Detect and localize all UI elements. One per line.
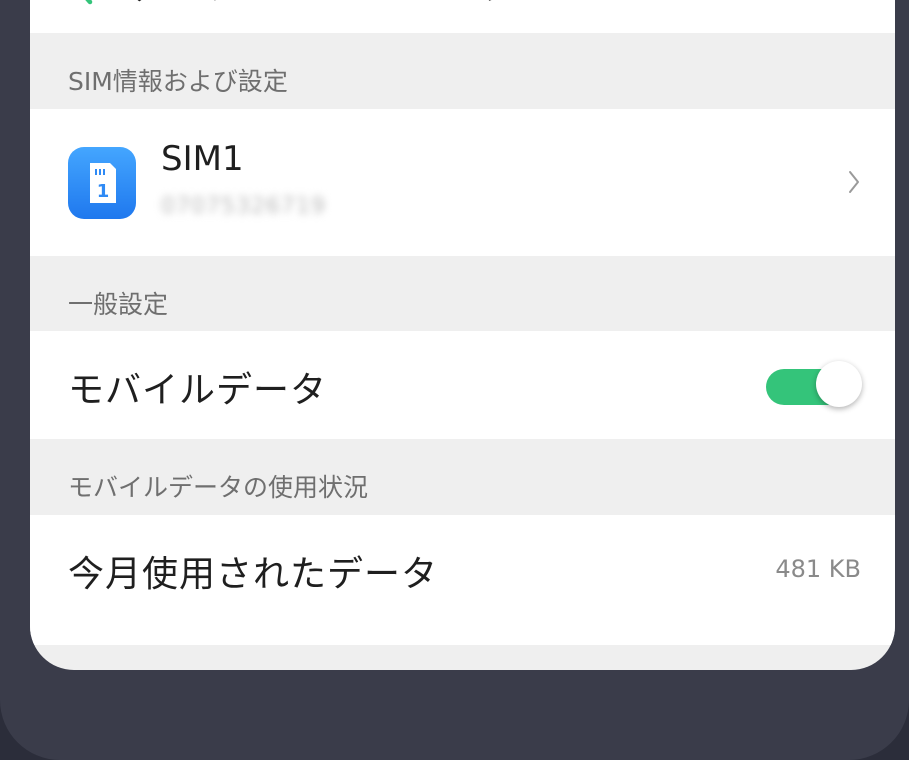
- app-header: デュアルSIM &セルラー: [30, 0, 895, 33]
- sim1-row[interactable]: 1 SIM1 07075326719: [30, 109, 895, 256]
- phone-frame: デュアルSIM &セルラー SIM情報および設定 1 S: [0, 0, 909, 760]
- section-header-general: 一般設定: [30, 256, 895, 331]
- sim-icon-label: 1: [97, 181, 110, 202]
- section-heading: SIM情報および設定: [68, 67, 288, 96]
- page-title: デュアルSIM &セルラー: [128, 0, 554, 22]
- data-used-this-month-row[interactable]: 今月使用されたデータ 481 KB: [30, 515, 895, 645]
- mobile-data-row: モバイルデータ: [30, 331, 895, 439]
- mobile-data-toggle[interactable]: [766, 361, 862, 407]
- sim-card-icon: 1: [68, 147, 136, 219]
- section-header-usage: モバイルデータの使用状況: [30, 439, 895, 515]
- toggle-knob: [816, 361, 862, 407]
- chevron-right-icon: [849, 171, 859, 193]
- screen: デュアルSIM &セルラー SIM情報および設定 1 S: [30, 0, 895, 670]
- data-used-value: 481 KB: [775, 555, 861, 583]
- section-heading: モバイルデータの使用状況: [68, 473, 369, 502]
- chevron-left-icon[interactable]: [68, 0, 98, 8]
- section-heading: 一般設定: [68, 290, 169, 319]
- mobile-data-label: モバイルデータ: [68, 370, 328, 411]
- section-header-sim-info: SIM情報および設定: [30, 33, 895, 109]
- data-used-label: 今月使用されたデータ: [68, 554, 439, 595]
- sim1-title: SIM1: [161, 139, 244, 179]
- sim1-number: 07075326719: [161, 194, 326, 219]
